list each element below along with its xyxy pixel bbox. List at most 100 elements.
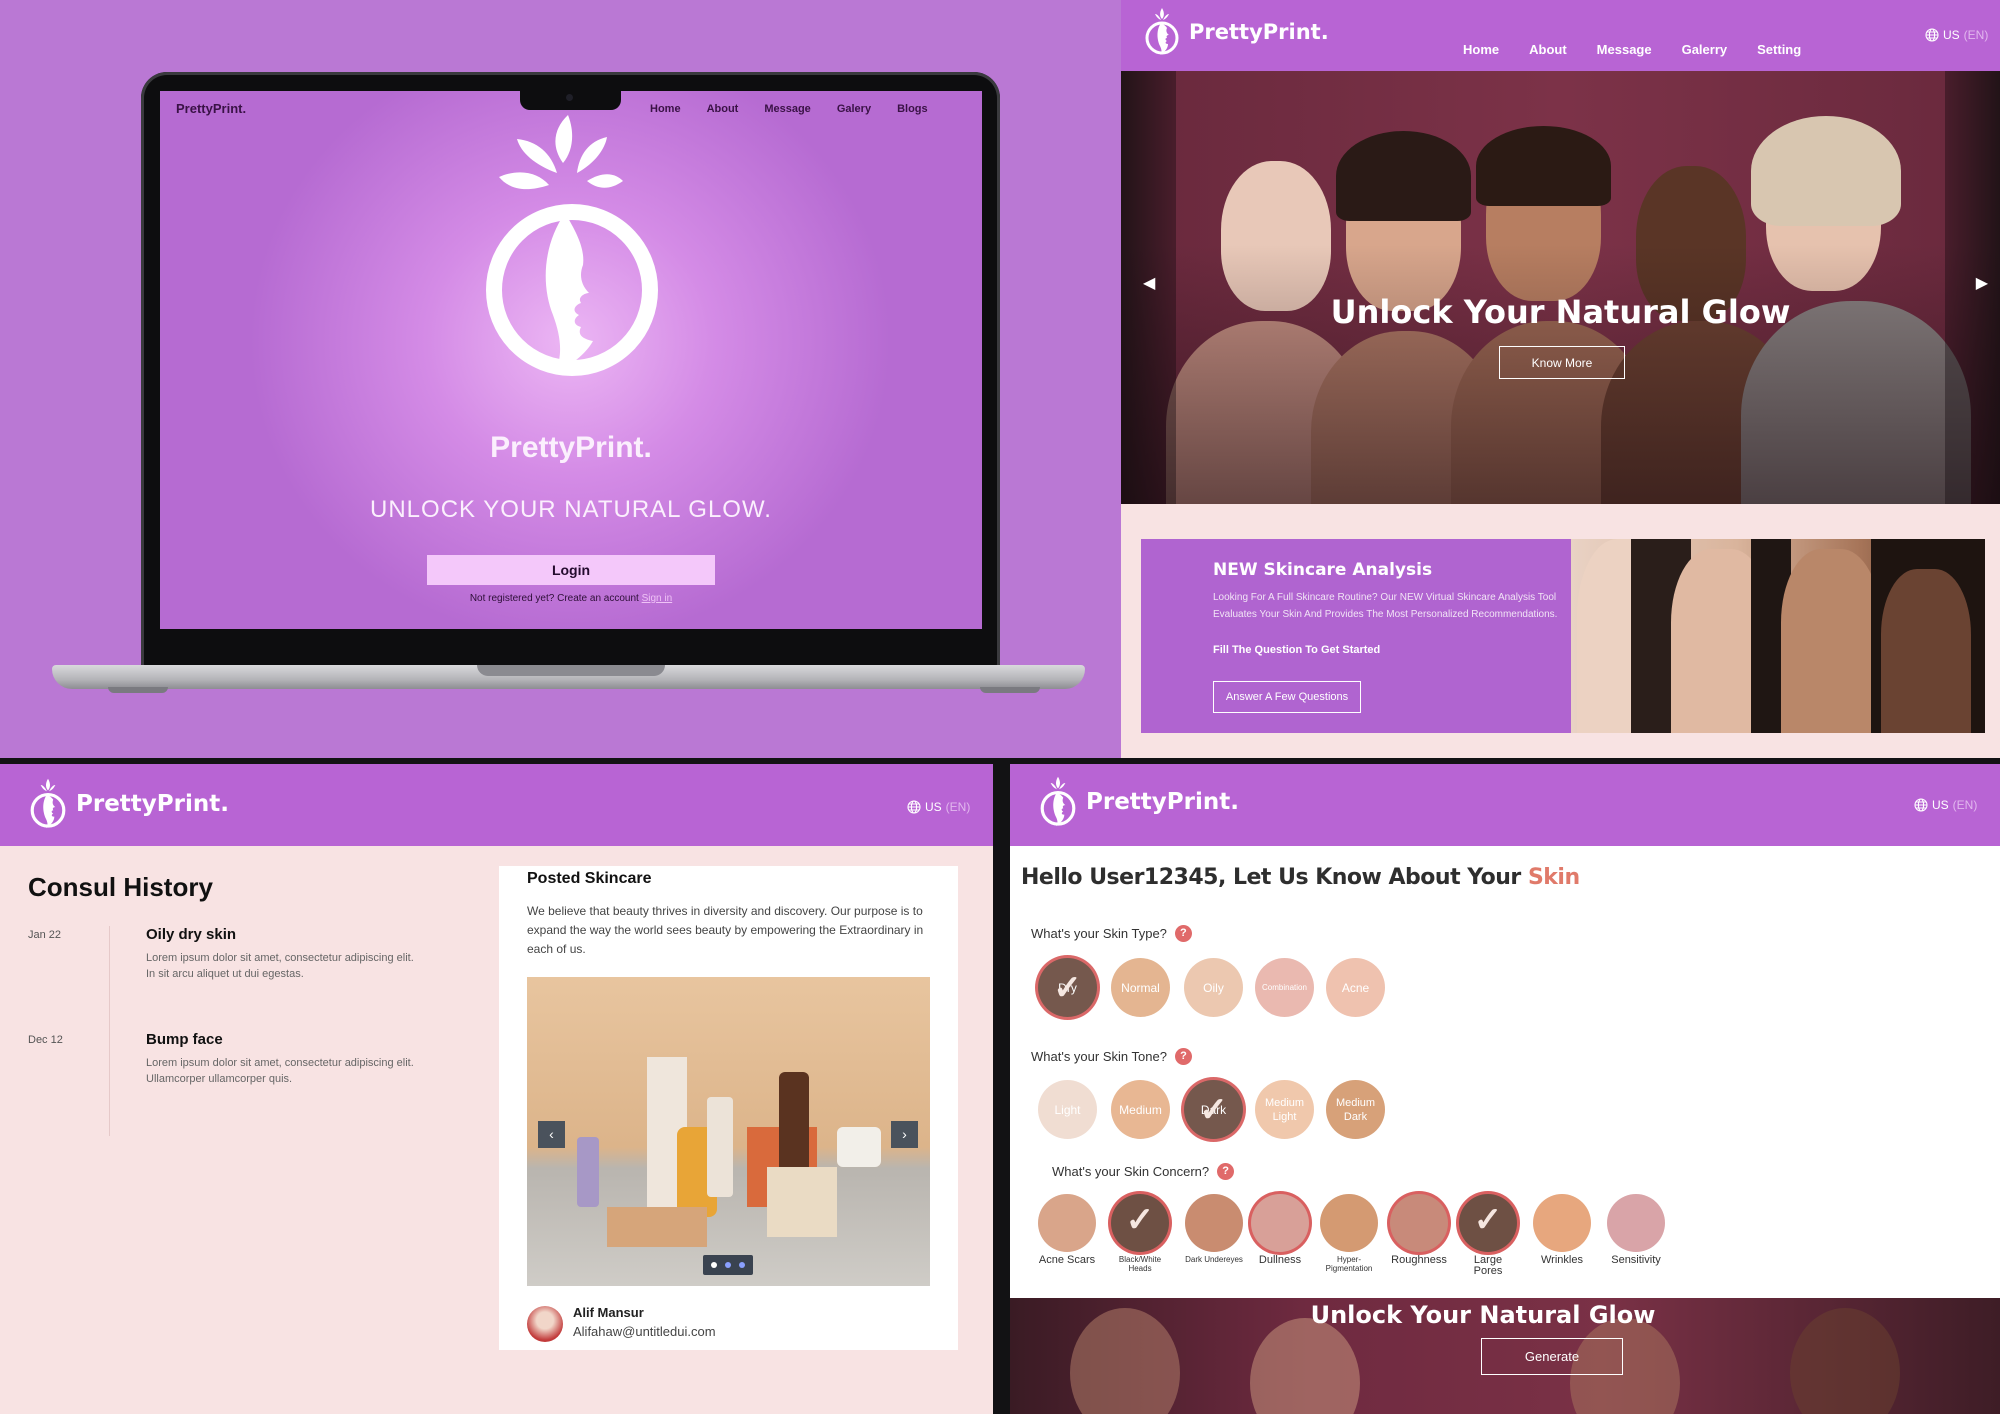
help-icon[interactable]: ? [1174, 925, 1192, 942]
login-button[interactable]: Login [427, 555, 715, 585]
concern-option-acne-scars[interactable]: Acne Scars [1038, 1194, 1096, 1266]
carousel-next-button[interactable]: › [891, 1121, 918, 1148]
author-email[interactable]: Alifahaw@untitledui.com [573, 1324, 716, 1339]
skin-tone-option-medium-dark[interactable]: Medium Dark [1326, 1080, 1385, 1139]
screen-nav-message[interactable]: Message [764, 103, 810, 115]
carousel-dot[interactable] [711, 1262, 717, 1268]
timeline-entry-body: Lorem ipsum dolor sit amet, consectetur … [146, 952, 414, 980]
concern-option-roughness[interactable]: Roughness [1390, 1194, 1448, 1266]
concern-option-large-pores[interactable]: Large Pores [1459, 1194, 1517, 1277]
author-avatar [527, 1306, 563, 1342]
locale-language: (EN) [1963, 28, 1989, 42]
concern-option-dullness[interactable]: Dullness [1251, 1194, 1309, 1266]
laptop-foot [980, 687, 1040, 693]
concern-swatch [1607, 1194, 1665, 1252]
skin-tone-question: What's your Skin Tone? ? [1031, 1048, 1192, 1065]
skin-concern-question: What's your Skin Concern? ? [1052, 1163, 1235, 1180]
header-brand[interactable]: PrettyPrint. [28, 778, 229, 830]
hero-carousel: ◀ ▶ [1121, 71, 2000, 504]
skin-tone-option-dark[interactable]: Dark [1184, 1080, 1243, 1139]
locale-language: (EN) [1952, 798, 1978, 812]
locale-selector[interactable]: US (EN) [907, 800, 970, 814]
concern-swatch [1390, 1194, 1448, 1252]
help-icon[interactable]: ? [1174, 1048, 1192, 1065]
concern-label: Sensitivity [1611, 1254, 1661, 1266]
concern-label: Hyper-Pigmentation [1325, 1255, 1373, 1273]
nav-setting[interactable]: Setting [1757, 42, 1801, 57]
help-icon[interactable]: ? [1217, 1163, 1235, 1180]
header-brand[interactable]: PrettyPrint. [1038, 776, 1239, 828]
carousel-prev-button[interactable]: ‹ [538, 1121, 565, 1148]
skin-type-option-combination[interactable]: Combination [1255, 958, 1314, 1017]
concern-option-sensitivity[interactable]: Sensitivity [1607, 1194, 1665, 1266]
skin-type-option-oily[interactable]: Oily [1184, 958, 1243, 1017]
laptop-foot [108, 687, 168, 693]
screen-nav-home[interactable]: Home [650, 103, 681, 115]
nav-message[interactable]: Message [1597, 42, 1652, 57]
skin-type-option-acne[interactable]: Acne [1326, 958, 1385, 1017]
skin-type-label: What's your Skin Type? [1031, 926, 1167, 941]
screen-nav: Home About Message Galery Blogs [650, 103, 928, 115]
skin-type-option-normal[interactable]: Normal [1111, 958, 1170, 1017]
brand-logo-icon [30, 778, 66, 829]
globe-icon [907, 800, 921, 814]
skin-tone-option-medium-light[interactable]: Medium Light [1255, 1080, 1314, 1139]
concern-swatch [1320, 1194, 1378, 1252]
screen-brand[interactable]: PrettyPrint. [176, 101, 246, 116]
concern-option-dark-undereyes[interactable]: Dark Undereyes [1185, 1194, 1243, 1264]
nav-galerry[interactable]: Galerry [1682, 42, 1728, 57]
brand-name: PrettyPrint. [1086, 789, 1239, 815]
generate-button[interactable]: Generate [1481, 1338, 1623, 1375]
skin-tone-option-medium[interactable]: Medium [1111, 1080, 1170, 1139]
concern-swatch [1459, 1194, 1517, 1252]
locale-selector[interactable]: US (EN) [1914, 798, 1977, 812]
concern-label: Large Pores [1473, 1254, 1503, 1277]
timeline-entry-title[interactable]: Bump face [146, 1031, 223, 1048]
carousel-dot[interactable] [739, 1262, 745, 1268]
concern-swatch [1251, 1194, 1309, 1252]
history-header: PrettyPrint. US (EN) [0, 764, 993, 846]
globe-icon [1925, 28, 1939, 42]
concern-label: Dark Undereyes [1185, 1255, 1243, 1264]
screen-nav-galery[interactable]: Galery [837, 103, 871, 115]
timeline-entry-title[interactable]: Oily dry skin [146, 926, 236, 943]
nav-about[interactable]: About [1529, 42, 1567, 57]
know-more-button[interactable]: Know More [1499, 346, 1625, 379]
skin-concern-label: What's your Skin Concern? [1052, 1164, 1210, 1179]
homepage-panel: PrettyPrint. Home About Message Galerry … [1121, 0, 2000, 758]
nav-home[interactable]: Home [1463, 42, 1499, 57]
laptop-screen: PrettyPrint. Home About Message Galery B… [160, 91, 982, 629]
skin-type-question: What's your Skin Type? ? [1031, 925, 1192, 942]
carousel-dot[interactable] [725, 1262, 731, 1268]
hero-title: Unlock Your Natural Glow [1330, 293, 1791, 331]
author-name: Alif Mansur [573, 1305, 644, 1320]
greeting-heading: Hello User12345, Let Us Know About Your … [1021, 865, 1580, 890]
brand-logo-icon [1145, 8, 1179, 55]
concern-label: Black/White Heads [1118, 1255, 1162, 1273]
skin-tone-option-light[interactable]: Light [1038, 1080, 1097, 1139]
timeline-date: Dec 12 [28, 1034, 63, 1046]
locale-selector[interactable]: US (EN) [1925, 28, 1988, 42]
post-body: We believe that beauty thrives in divers… [527, 904, 924, 956]
hero-next-arrow-icon[interactable]: ▶ [1976, 273, 1988, 293]
screen-nav-about[interactable]: About [707, 103, 739, 115]
brand-name: PrettyPrint. [76, 791, 229, 817]
hero-prev-arrow-icon[interactable]: ◀ [1143, 273, 1155, 293]
signin-link[interactable]: Sign in [642, 593, 673, 604]
timeline-entry-body: Lorem ipsum dolor sit amet, consectetur … [146, 1057, 414, 1085]
analysis-header: PrettyPrint. US (EN) [1010, 764, 2000, 846]
locale-country: US [925, 800, 942, 814]
concern-option-black-white-heads[interactable]: Black/White Heads [1111, 1194, 1169, 1273]
register-text: Not registered yet? Create an account [469, 593, 639, 604]
screen-nav-blogs[interactable]: Blogs [897, 103, 928, 115]
promo-body: Looking For A Full Skincare Routine? Our… [1213, 592, 1558, 620]
concern-option-wrinkles[interactable]: Wrinkles [1533, 1194, 1591, 1266]
header-brand[interactable]: PrettyPrint. [1143, 8, 1329, 56]
concern-swatch [1185, 1194, 1243, 1252]
concern-option-hyper-pigmentation[interactable]: Hyper-Pigmentation [1320, 1194, 1378, 1273]
skin-type-option-dry[interactable]: Dry [1038, 958, 1097, 1017]
posted-skincare-card: Posted Skincare We believe that beauty t… [499, 866, 958, 1350]
answer-questions-button[interactable]: Answer A Few Questions [1213, 681, 1361, 713]
promo-faces-image [1571, 539, 1985, 733]
greeting-highlight: Skin [1527, 865, 1580, 890]
